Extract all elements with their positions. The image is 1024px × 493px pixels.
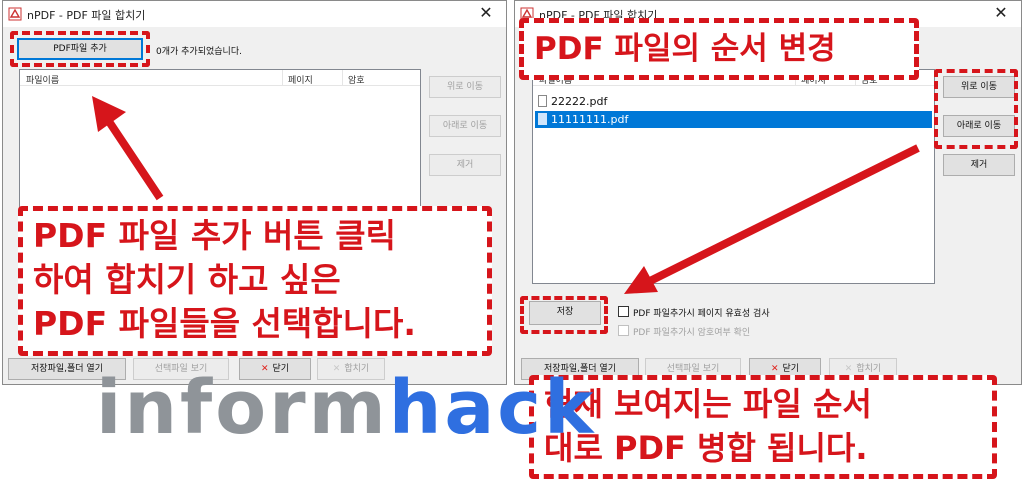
left-callout-line: PDF 파일 추가 버튼 클릭: [33, 216, 396, 255]
highlight-save-button: [520, 296, 608, 334]
highlight-add-button: [10, 31, 150, 67]
watermark-part1: inform: [96, 365, 389, 451]
left-callout: PDF 파일 추가 버튼 클릭 하여 합치기 하고 싶은 PDF 파일들을 선택…: [18, 206, 492, 356]
highlight-move-buttons: [934, 69, 1018, 149]
right-bottom-callout-line: 현재 보여지는 파일 순서: [544, 385, 872, 423]
right-bottom-callout: 현재 보여지는 파일 순서 대로 PDF 병합 됩니다.: [529, 375, 997, 479]
right-top-callout: PDF 파일의 순서 변경: [519, 18, 919, 80]
arrow-to-add-button: [104, 117, 164, 201]
left-callout-line: PDF 파일들을 선택합니다.: [33, 304, 416, 343]
right-bottom-callout-line: 대로 PDF 병합 됩니다.: [544, 429, 868, 467]
arrow-to-save-button: [646, 144, 920, 286]
watermark-part2: hack: [388, 365, 597, 451]
left-callout-line: 하여 합치기 하고 싶은: [33, 260, 341, 299]
right-top-callout-text: PDF 파일의 순서 변경: [534, 31, 836, 67]
informhack-watermark: informhack: [96, 368, 596, 448]
